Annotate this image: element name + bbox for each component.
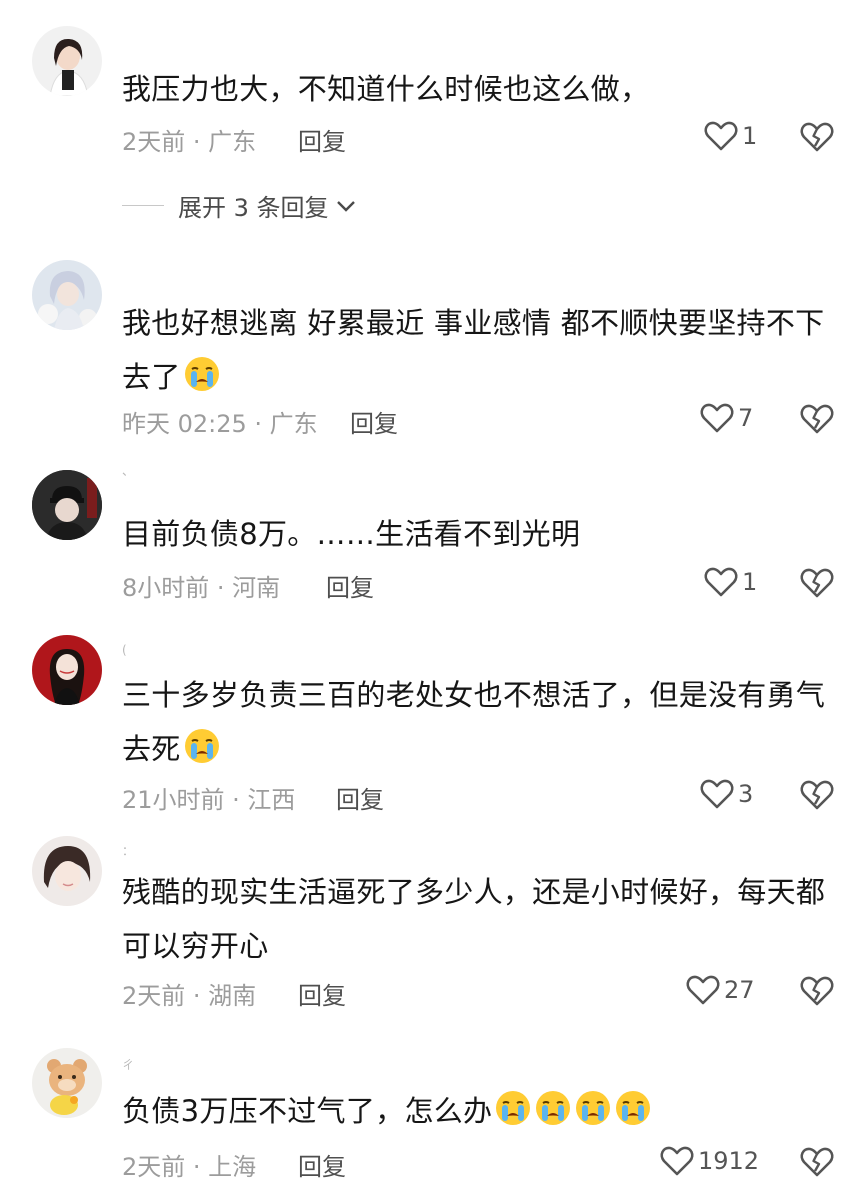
- expand-replies-label: 展开 3 条回复: [178, 194, 329, 222]
- reply-button[interactable]: 回复: [336, 780, 384, 815]
- like-count: 1912: [698, 1147, 760, 1175]
- user-avatar[interactable]: [32, 26, 102, 96]
- like-button[interactable]: 7: [700, 402, 753, 434]
- comment-text: 我压力也大，不知道什么时候也这么做，: [122, 72, 650, 106]
- dislike-button[interactable]: [800, 121, 834, 153]
- like-count: 3: [738, 780, 754, 808]
- comment-time-location: 21小时前 · 江西: [122, 786, 296, 814]
- heart-outline-icon: [686, 975, 720, 1005]
- comment-text: 目前负债8万。……生活看不到光明: [122, 517, 581, 551]
- dislike-button[interactable]: [800, 403, 834, 435]
- like-button[interactable]: 27: [686, 974, 755, 1006]
- user-avatar[interactable]: [32, 1048, 102, 1118]
- broken-heart-icon: [800, 1147, 834, 1177]
- reply-button[interactable]: 回复: [350, 404, 398, 439]
- like-button[interactable]: 1: [704, 566, 757, 598]
- dislike-button[interactable]: [800, 1146, 834, 1178]
- comment-text: 残酷的现实生活逼死了多少人，还是小时候好，每天都 可以穷开心: [122, 875, 826, 963]
- broken-heart-icon: [800, 568, 834, 598]
- dislike-button[interactable]: [800, 567, 834, 599]
- username[interactable]: 、: [122, 462, 134, 479]
- crying-face-emoji: [494, 1089, 532, 1127]
- crying-face-emoji: [574, 1089, 612, 1127]
- like-count: 7: [738, 404, 754, 432]
- like-count: 1: [742, 568, 758, 596]
- comment-text: 三十多岁负责三百的老处女也不想活了，但是没有勇气 去死: [122, 678, 826, 766]
- like-count: 27: [724, 976, 755, 1004]
- heart-outline-icon: [700, 779, 734, 809]
- like-button[interactable]: 1912: [660, 1145, 759, 1177]
- user-avatar[interactable]: [32, 260, 102, 330]
- comment-time-location: 2天前 · 广东: [122, 128, 257, 156]
- expand-replies-button[interactable]: 展开 3 条回复: [122, 188, 357, 223]
- username[interactable]: ：: [122, 842, 134, 859]
- comment-text: 我也好想逃离 好累最近 事业感情 都不顺快要坚持不下 去了: [122, 306, 825, 394]
- dislike-button[interactable]: [800, 779, 834, 811]
- user-avatar[interactable]: [32, 470, 102, 540]
- username[interactable]: ㄔ: [122, 1056, 134, 1073]
- like-button[interactable]: 3: [700, 778, 753, 810]
- comment-time-location: 8小时前 · 河南: [122, 574, 281, 602]
- like-count: 1: [742, 122, 758, 150]
- comment-text: 负债3万压不过气了，怎么办: [122, 1084, 837, 1138]
- comment-time-location: 2天前 · 湖南: [122, 982, 257, 1010]
- crying-face-emoji: [183, 727, 221, 765]
- broken-heart-icon: [800, 404, 834, 434]
- comment-time-location: 2天前 · 上海: [122, 1153, 257, 1181]
- crying-face-emoji: [183, 355, 221, 393]
- user-avatar[interactable]: [32, 635, 102, 705]
- crying-face-emoji: [614, 1089, 652, 1127]
- chevron-down-icon: [336, 200, 355, 212]
- reply-button[interactable]: 回复: [298, 122, 346, 157]
- expand-divider: [122, 205, 164, 206]
- heart-outline-icon: [700, 403, 734, 433]
- heart-outline-icon: [704, 121, 738, 151]
- comment-time-location: 昨天 02:25 · 广东: [122, 410, 318, 438]
- dislike-button[interactable]: [800, 975, 834, 1007]
- reply-button[interactable]: 回复: [298, 1147, 346, 1182]
- username[interactable]: (: [122, 643, 127, 657]
- like-button[interactable]: 1: [704, 120, 757, 152]
- comment-item: 我压力也大，不知道什么时候也这么做， 2天前 · 广东 回复 1 展开 3 条回…: [0, 0, 864, 240]
- broken-heart-icon: [800, 976, 834, 1006]
- reply-button[interactable]: 回复: [326, 568, 374, 603]
- heart-outline-icon: [704, 567, 738, 597]
- crying-face-emoji: [534, 1089, 572, 1127]
- reply-button[interactable]: 回复: [298, 976, 346, 1011]
- heart-outline-icon: [660, 1146, 694, 1176]
- broken-heart-icon: [800, 122, 834, 152]
- broken-heart-icon: [800, 780, 834, 810]
- user-avatar[interactable]: [32, 836, 102, 906]
